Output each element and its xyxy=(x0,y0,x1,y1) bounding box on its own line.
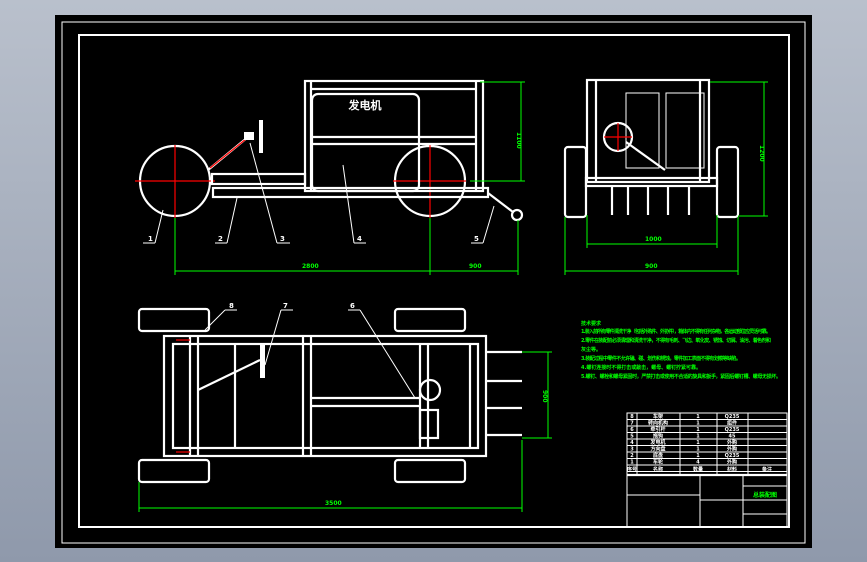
cad-drawing: 发电机 1 2 3 4 5 2800 900 1100 1000 900 120… xyxy=(55,15,812,548)
svg-text:3: 3 xyxy=(280,235,285,243)
parts-list-cell: 1 xyxy=(696,453,700,459)
svg-text:技术要求: 技术要求 xyxy=(581,320,602,327)
parts-list-cell: 车架 xyxy=(653,413,663,420)
parts-list-cell: 1 xyxy=(696,447,700,453)
parts-list-cell: Q235 xyxy=(725,427,740,433)
svg-text:5: 5 xyxy=(474,235,479,243)
svg-text:6: 6 xyxy=(350,302,355,310)
parts-list-cell: 1 xyxy=(696,427,700,433)
parts-list-cell: 1 xyxy=(630,460,634,466)
svg-text:1200: 1200 xyxy=(758,145,765,162)
svg-text:1: 1 xyxy=(148,235,153,243)
parts-list-header: 材料 xyxy=(727,466,737,473)
parts-list-cell: 8 xyxy=(630,414,634,420)
parts-list-cell: 方向盘 xyxy=(650,446,665,453)
svg-text:8: 8 xyxy=(229,302,234,310)
parts-list-cell: 拖钩 xyxy=(653,433,663,440)
parts-list-cell: 组件 xyxy=(727,420,737,427)
parts-list-cell: 3 xyxy=(630,447,634,453)
parts-list-cell: 1 xyxy=(696,414,700,420)
svg-text:7: 7 xyxy=(283,302,288,310)
svg-text:4.螺钉连接时不得打击或敲击，螺母、螺钉拧紧可靠。: 4.螺钉连接时不得打击或敲击，螺母、螺钉拧紧可靠。 xyxy=(581,364,701,371)
svg-text:900: 900 xyxy=(541,390,548,403)
parts-list-header: 备注 xyxy=(761,466,772,473)
parts-list-cell: 1 xyxy=(696,421,700,427)
svg-text:1100: 1100 xyxy=(515,132,522,149)
svg-text:1000: 1000 xyxy=(645,236,662,243)
parts-list-cell: 2 xyxy=(630,453,634,459)
generator-label: 发电机 xyxy=(348,98,382,112)
parts-list-cell: 4 xyxy=(696,460,700,466)
parts-list-cell: 45 xyxy=(729,434,736,440)
svg-text:2.零件在装配前必须清理和清洗干净，不得有毛刺、飞边、氧化皮: 2.零件在装配前必须清理和清洗干净，不得有毛刺、飞边、氧化皮、锈蚀、切屑、油污、… xyxy=(581,337,771,344)
parts-list-cell: 5 xyxy=(630,434,634,440)
parts-list-header: 序号 xyxy=(626,466,637,473)
parts-list-cell: 转向机构 xyxy=(648,420,668,427)
parts-list-cell: 外购 xyxy=(727,439,737,446)
parts-list-cell: 6 xyxy=(630,427,634,433)
parts-list-cell: 7 xyxy=(630,421,634,427)
parts-list-cell: 车轮 xyxy=(653,459,663,466)
svg-text:3.装配过程中零件不允许磕、碰、划伤和锈蚀，零件加工表面不得: 3.装配过程中零件不允许磕、碰、划伤和锈蚀，零件加工表面不得有划痕等缺陷。 xyxy=(581,355,741,362)
svg-text:4: 4 xyxy=(357,235,362,243)
svg-text:900: 900 xyxy=(645,263,658,270)
parts-list-cell: 1 xyxy=(696,440,700,446)
svg-text:灰尘等。: 灰尘等。 xyxy=(581,346,601,353)
parts-list-header: 名称 xyxy=(653,466,663,473)
parts-list-cell: 4 xyxy=(630,440,634,446)
parts-list-cell: 外购 xyxy=(727,459,737,466)
svg-text:3500: 3500 xyxy=(325,500,342,507)
svg-text:900: 900 xyxy=(469,263,482,270)
drawing-name: 总装配图 xyxy=(753,491,777,499)
parts-list-cell: Q235 xyxy=(725,414,740,420)
parts-list-header: 数量 xyxy=(693,466,703,473)
parts-list-cell: Q235 xyxy=(725,453,740,459)
parts-list-cell: 1 xyxy=(696,434,700,440)
parts-list-cell: 牵引杆 xyxy=(650,426,665,433)
svg-text:1.装入前所有零件清洗干净（包括外购件、外协件），箱体内不得: 1.装入前所有零件清洗干净（包括外购件、外协件），箱体内不得有任何杂物，各运动部… xyxy=(581,328,771,335)
parts-list-cell: 外购 xyxy=(727,446,737,453)
parts-list-cell: 发电机 xyxy=(649,439,665,446)
svg-text:2800: 2800 xyxy=(302,263,319,270)
svg-text:5.螺钉、螺栓和螺母紧固时，严禁打击或使用不合适的旋具和扳手: 5.螺钉、螺栓和螺母紧固时，严禁打击或使用不合适的旋具和扳手，紧固后螺钉槽、螺母… xyxy=(581,373,781,380)
steering-wheel xyxy=(259,120,263,153)
parts-list-cell: 底盘 xyxy=(652,452,663,459)
svg-text:2: 2 xyxy=(218,235,223,243)
